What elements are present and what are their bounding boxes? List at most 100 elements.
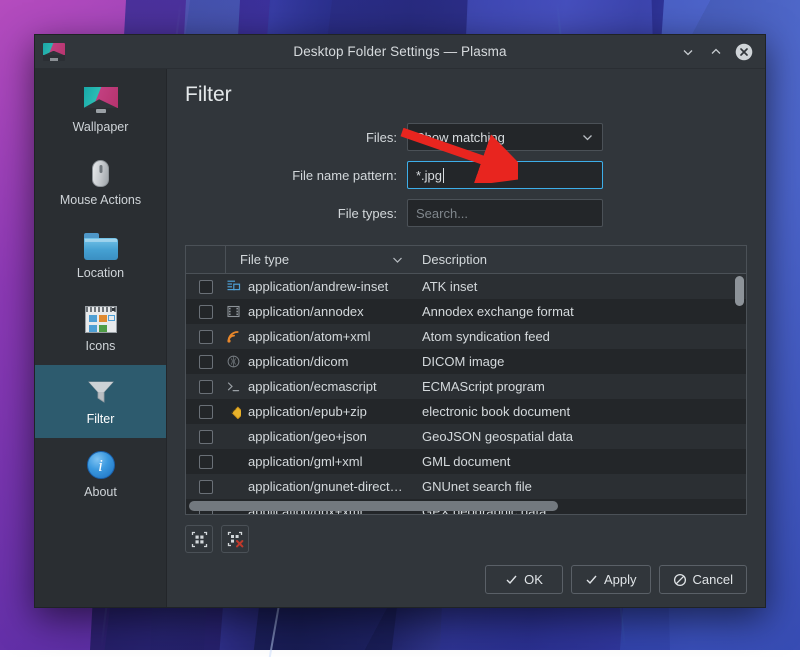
file-types-search-input[interactable]: Search...: [407, 199, 603, 227]
page-title: Filter: [185, 83, 747, 107]
row-checkbox[interactable]: [199, 305, 213, 319]
film-strip-icon: [226, 304, 241, 319]
file-name-pattern-input[interactable]: *.jpg: [407, 161, 603, 189]
table-row[interactable]: application/atom+xmlAtom syndication fee…: [186, 324, 746, 349]
row-file-type-label: application/atom+xml: [248, 329, 370, 344]
vertical-scrollbar[interactable]: [735, 276, 744, 498]
sidebar-item-location[interactable]: Location: [35, 219, 166, 292]
row-file-type-label: application/gnunet-direct…: [248, 479, 403, 494]
minimize-button[interactable]: [675, 39, 701, 65]
sidebar-item-icons[interactable]: Icons: [35, 292, 166, 365]
terminal-icon-wrap: [226, 379, 241, 394]
sidebar-item-label: Location: [77, 266, 124, 280]
row-file-type-cell: application/gml+xml: [226, 454, 412, 469]
row-checkbox-cell: [186, 380, 226, 394]
row-checkbox[interactable]: [199, 480, 213, 494]
settings-sidebar: Wallpaper Mouse Actions Location Icons: [35, 69, 167, 607]
chevron-down-icon: [581, 131, 594, 144]
table-row[interactable]: application/gnunet-direct… GNUnet search …: [186, 474, 746, 499]
select-all-button[interactable]: [185, 525, 213, 553]
row-description-cell: GeoJSON geospatial data: [412, 429, 746, 444]
row-checkbox[interactable]: [199, 280, 213, 294]
file-types-row: File types: Search...: [185, 199, 747, 227]
row-file-type-cell: application/ecmascript: [226, 379, 412, 394]
sidebar-item-filter[interactable]: Filter: [35, 365, 166, 438]
horizontal-scrollbar[interactable]: [189, 501, 732, 511]
cancel-button-label: Cancel: [693, 572, 733, 587]
sidebar-item-about[interactable]: About: [35, 438, 166, 511]
file-types-table: File type Description application/andrew…: [185, 245, 747, 515]
settings-content: Filter Files: Show matching File name pa…: [167, 69, 765, 607]
table-row[interactable]: application/ecmascriptECMAScript program: [186, 374, 746, 399]
maximize-button[interactable]: [703, 39, 729, 65]
row-file-type-label: application/andrew-inset: [248, 279, 388, 294]
sidebar-item-wallpaper[interactable]: Wallpaper: [35, 73, 166, 146]
vertical-scroll-thumb[interactable]: [735, 276, 744, 306]
row-file-type-cell: application/andrew-inset: [226, 279, 412, 294]
header-file-type-label: File type: [240, 252, 289, 267]
window-controls: [675, 39, 765, 65]
ok-button[interactable]: OK: [485, 565, 563, 594]
file-types-label: File types:: [185, 206, 407, 221]
row-description-cell: GML document: [412, 454, 746, 469]
row-checkbox[interactable]: [199, 405, 213, 419]
row-checkbox[interactable]: [199, 455, 213, 469]
files-select[interactable]: Show matching: [407, 123, 603, 151]
film-strip-icon-wrap: [226, 304, 241, 319]
row-checkbox[interactable]: [199, 430, 213, 444]
row-checkbox-cell: [186, 305, 226, 319]
text-cursor: [443, 168, 444, 183]
deselect-all-button[interactable]: [221, 525, 249, 553]
row-checkbox[interactable]: [199, 330, 213, 344]
files-row: Files: Show matching: [185, 123, 747, 151]
sidebar-item-label: Icons: [86, 339, 116, 353]
rss-feed-icon-wrap: [226, 329, 241, 344]
row-file-type-label: application/ecmascript: [248, 379, 377, 394]
row-checkbox-cell: [186, 355, 226, 369]
table-row[interactable]: application/annodexAnnodex exchange form…: [186, 299, 746, 324]
row-file-type-label: application/geo+json: [248, 429, 367, 444]
plasma-monitor-icon: [43, 43, 65, 61]
sidebar-item-mouse-actions[interactable]: Mouse Actions: [35, 146, 166, 219]
table-row[interactable]: application/epub+zip electronic book docu…: [186, 399, 746, 424]
dicom-icon-wrap: [226, 354, 241, 369]
row-checkbox[interactable]: [199, 355, 213, 369]
andrew-inset-icon: [226, 279, 241, 294]
header-file-type[interactable]: File type: [226, 246, 412, 273]
table-row[interactable]: application/gml+xmlGML document: [186, 449, 746, 474]
file-name-pattern-label: File name pattern:: [185, 168, 407, 183]
file-name-pattern-row: File name pattern: *.jpg: [185, 161, 747, 189]
header-description[interactable]: Description: [412, 246, 746, 273]
file-name-pattern-value: *.jpg: [416, 168, 442, 183]
check-icon: [585, 573, 598, 586]
row-file-type-label: application/dicom: [248, 354, 348, 369]
table-row[interactable]: application/dicom DICOM image: [186, 349, 746, 374]
row-description-cell: DICOM image: [412, 354, 746, 369]
selection-toolbar: [185, 525, 747, 553]
row-description-cell: GNUnet search file: [412, 479, 746, 494]
row-description-cell: electronic book document: [412, 404, 746, 419]
close-button[interactable]: [731, 39, 757, 65]
apply-button-label: Apply: [604, 572, 637, 587]
window-titlebar[interactable]: Desktop Folder Settings — Plasma: [35, 35, 765, 69]
header-checkbox-cell: [186, 246, 226, 273]
rss-feed-icon: [226, 329, 241, 344]
files-select-value: Show matching: [416, 130, 505, 145]
row-checkbox[interactable]: [199, 380, 213, 394]
table-row[interactable]: application/geo+json GeoJSON geospatial d…: [186, 424, 746, 449]
row-file-type-cell: application/epub+zip: [226, 404, 412, 419]
epub-icon-wrap: [226, 404, 241, 419]
row-file-type-cell: application/dicom: [226, 354, 412, 369]
table-header-row: File type Description: [186, 246, 746, 274]
horizontal-scroll-thumb[interactable]: [189, 501, 558, 511]
table-row[interactable]: application/andrew-inset ATK inset: [186, 274, 746, 299]
row-file-type-label: application/epub+zip: [248, 404, 367, 419]
file-types-placeholder: Search...: [416, 206, 468, 221]
row-description-cell: ATK inset: [412, 279, 746, 294]
check-icon: [505, 573, 518, 586]
cancel-button[interactable]: Cancel: [659, 565, 747, 594]
icons-window-icon: [85, 304, 117, 334]
apply-button[interactable]: Apply: [571, 565, 651, 594]
chevron-down-icon: [391, 253, 404, 266]
window-title: Desktop Folder Settings — Plasma: [35, 44, 765, 59]
